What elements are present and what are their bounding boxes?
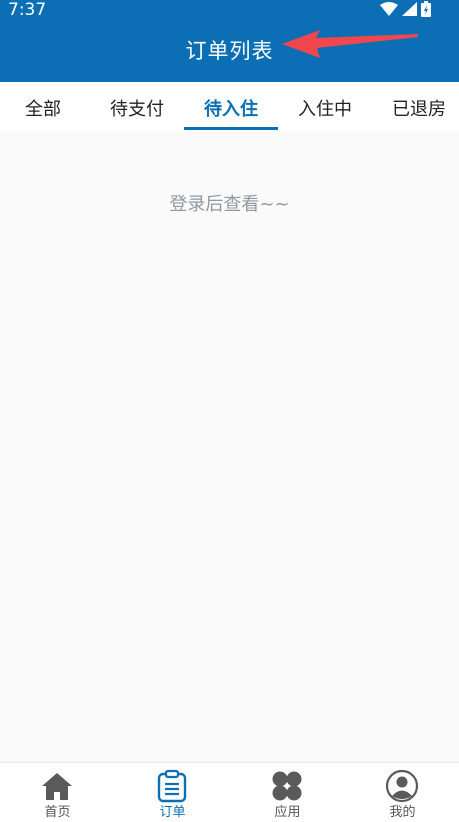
nav-home[interactable]: 首页: [0, 763, 115, 822]
tab-checked-out[interactable]: 已退房: [376, 82, 459, 132]
empty-state-message[interactable]: 登录后查看~~: [0, 190, 459, 216]
order-status-tabs: 全部 待支付 待入住 入住中 已退房: [0, 82, 459, 132]
annotation-arrow: [282, 30, 418, 58]
nav-profile[interactable]: 我的: [345, 763, 459, 822]
wifi-icon: [380, 2, 398, 16]
nav-orders[interactable]: 订单: [115, 763, 230, 822]
profile-icon: [385, 769, 419, 803]
nav-apps[interactable]: 应用: [230, 763, 345, 822]
tab-all[interactable]: 全部: [0, 82, 86, 132]
tab-pending-checkin[interactable]: 待入住: [188, 82, 274, 132]
tab-pending-payment[interactable]: 待支付: [94, 82, 180, 132]
status-time: 7:37: [8, 0, 47, 20]
active-tab-indicator: [184, 127, 278, 130]
nav-apps-label: 应用: [274, 805, 301, 820]
order-list-icon: [157, 769, 187, 803]
tab-checked-in[interactable]: 入住中: [282, 82, 368, 132]
nav-profile-label: 我的: [389, 805, 416, 820]
battery-icon: [421, 1, 431, 17]
system-icons: [380, 1, 431, 17]
home-icon: [42, 773, 72, 800]
bottom-navigation: 首页 订单 应用 我的: [0, 762, 459, 822]
status-bar: 7:37: [0, 0, 459, 22]
apps-icon: [272, 771, 302, 801]
app-header: 7:37 订单列表: [0, 0, 459, 82]
nav-orders-label: 订单: [159, 805, 186, 820]
nav-home-label: 首页: [44, 805, 71, 820]
signal-icon: [402, 2, 417, 16]
